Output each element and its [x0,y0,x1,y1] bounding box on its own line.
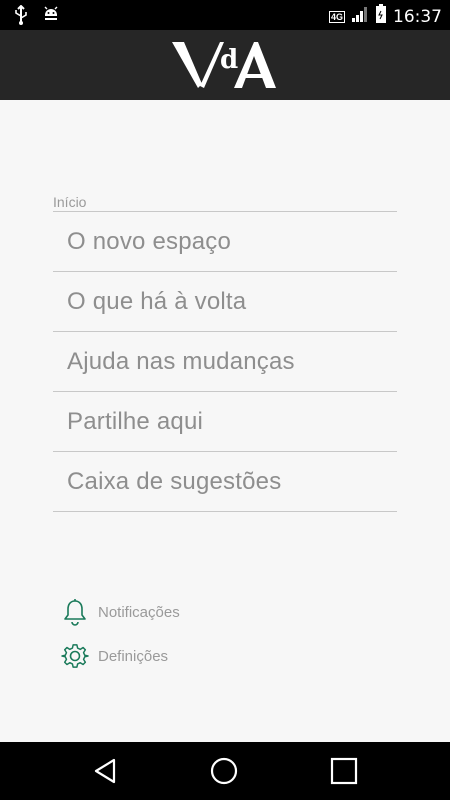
home-icon[interactable] [209,756,239,786]
bottom-links: Notificações Definições [60,590,180,678]
menu-item-ajuda-mudancas[interactable]: Ajuda nas mudanças [53,332,397,392]
battery-icon [375,4,387,29]
settings-label: Definições [98,647,169,665]
section-label-inicio: Início [53,192,397,212]
settings-link[interactable]: Definições [60,634,180,678]
recents-icon[interactable] [329,756,359,786]
signal-icon [351,5,369,28]
menu-item-novo-espaco[interactable]: O novo espaço [53,212,397,272]
vda-logo: d [170,38,280,93]
gear-icon [60,641,90,671]
status-bar: 4G 16:37 [0,0,450,30]
notifications-label: Notificações [98,603,180,621]
android-debug-icon [42,6,60,29]
menu-item-o-que-ha-a-volta[interactable]: O que há à volta [53,272,397,332]
svg-text:d: d [220,45,238,75]
menu-item-partilhe-aqui[interactable]: Partilhe aqui [53,392,397,452]
menu-item-caixa-sugestoes[interactable]: Caixa de sugestões [53,452,397,512]
back-icon[interactable] [90,756,120,786]
network-4g-icon: 4G [328,10,345,23]
app-bar: d [0,30,450,100]
bell-icon [60,597,90,627]
main-menu: Início O novo espaço O que há à volta Aj… [53,192,397,512]
notifications-link[interactable]: Notificações [60,590,180,634]
usb-icon [14,4,28,30]
status-time: 16:37 [393,6,442,27]
system-nav-bar [0,742,450,800]
